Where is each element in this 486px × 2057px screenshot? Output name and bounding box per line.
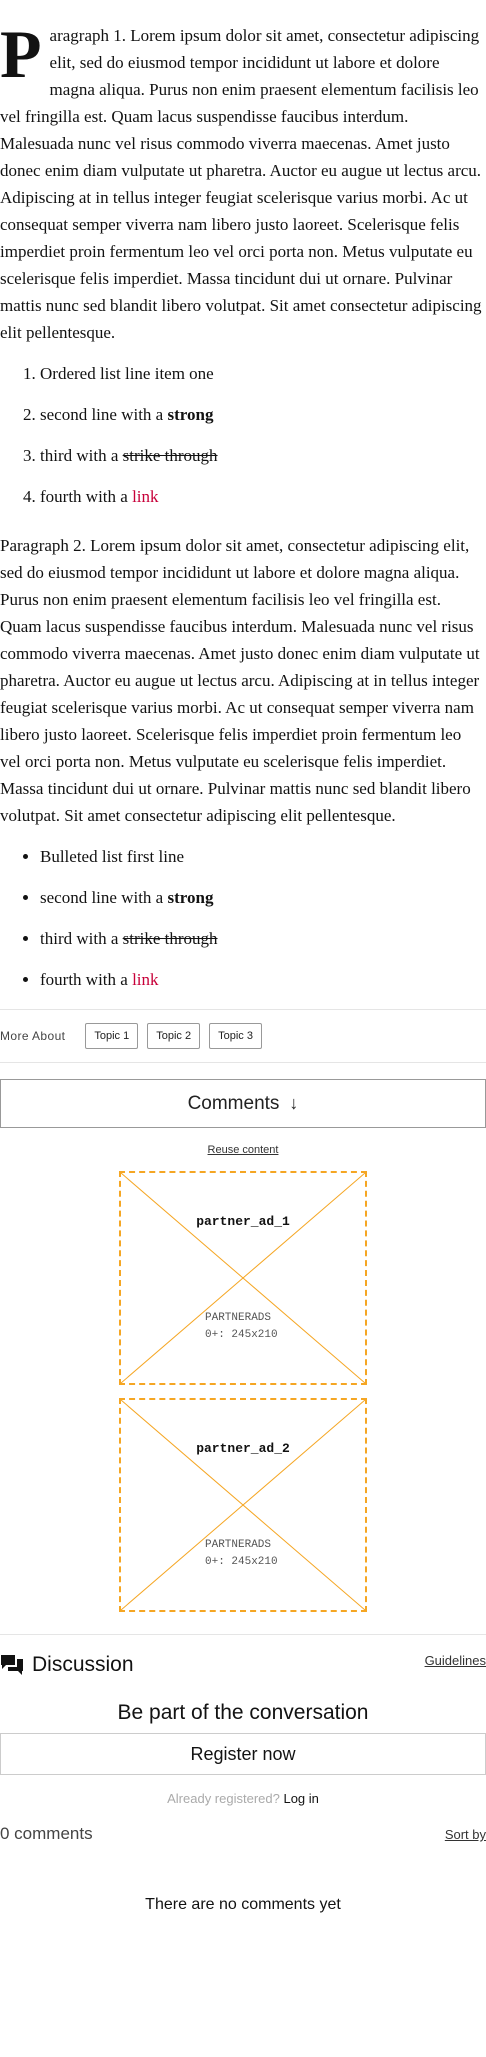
already-registered-text: Already registered? [167,1791,280,1806]
ad-name: partner_ad_2 [196,1441,290,1456]
ad-network: PARTNERADS [205,1539,272,1551]
guidelines-link[interactable]: Guidelines [425,1653,486,1668]
already-registered: Already registered? Log in [0,1791,486,1806]
partner-ad-1[interactable]: partner_ad_1 PARTNERADS 0+: 245x210 [119,1171,367,1385]
discussion-title-group: Discussion [0,1653,134,1677]
topic-button-1[interactable]: Topic 1 [85,1023,139,1049]
list-item: third with a strike through [40,925,486,952]
empty-comments-message: There are no comments yet [145,1896,341,1913]
strong-text: strong [167,405,214,424]
arrow-down-icon: ↓ [289,1093,299,1113]
list-item-text: second line with a [40,888,168,907]
comments-button-label: Comments [187,1092,280,1114]
list-item: fourth with a link [40,483,486,510]
ordered-list: Ordered list line item one second line w… [0,360,486,510]
list-item: Ordered list line item one [40,360,486,387]
ad-size: 0+: 245x210 [205,1556,278,1568]
topic-button-3[interactable]: Topic 3 [209,1023,262,1049]
comments-count: 0 comments [0,1824,93,1843]
strike-text: strike through [122,446,218,465]
article-page: Paragraph 1. Lorem ipsum dolor sit amet,… [0,16,486,1914]
ad-meta: PARTNERADS 0+: 245x210 [205,1537,278,1571]
list-item-text: Bulleted list first line [40,847,185,866]
register-button[interactable]: Register now [0,1733,486,1775]
ad-placeholder-cross [121,1173,365,1383]
more-about-label: More About [0,1029,66,1043]
ad-meta: PARTNERADS 0+: 245x210 [205,1310,278,1344]
discussion-title: Discussion [32,1653,134,1676]
list-item-text: third with a [40,929,123,948]
ad-size: 0+: 245x210 [205,1329,278,1341]
list-item-text: fourth with a [40,970,133,989]
ad-name: partner_ad_1 [196,1214,290,1229]
strong-text: strong [167,888,214,907]
discussion-icon [1,1655,23,1675]
login-link[interactable]: Log in [283,1791,318,1806]
discussion-header: Discussion Guidelines [0,1634,486,1677]
list-item-text: fourth with a [40,487,133,506]
sort-by-link[interactable]: Sort by [445,1827,486,1842]
paragraph-2: Paragraph 2. Lorem ipsum dolor sit amet,… [0,536,480,825]
list-item-text: second line with a [40,405,168,424]
reuse-content-link[interactable]: Reuse content [0,1144,486,1156]
strike-text: strike through [122,929,218,948]
ad-network: PARTNERADS [205,1312,272,1324]
list-item: fourth with a link [40,966,486,993]
list-item: Bulleted list first line [40,843,486,870]
comments-button[interactable]: Comments ↓ [0,1079,486,1128]
ad-placeholder-cross [121,1400,365,1610]
list-link[interactable]: link [132,970,158,989]
more-about-bar: More About Topic 1 Topic 2 Topic 3 [0,1009,486,1063]
discussion-prompt: Be part of the conversation [117,1701,369,1724]
list-item-text: third with a [40,446,123,465]
drop-cap: P [0,16,42,92]
list-link[interactable]: link [132,487,158,506]
bulleted-list: Bulleted list first line second line wit… [0,843,486,993]
topic-button-2[interactable]: Topic 2 [147,1023,201,1049]
list-item: second line with a strong [40,884,486,911]
partner-ad-2[interactable]: partner_ad_2 PARTNERADS 0+: 245x210 [119,1398,367,1612]
paragraph-1-text: aragraph 1. Lorem ipsum dolor sit amet, … [0,26,482,342]
list-item: third with a strike through [40,442,486,469]
list-item-text: Ordered list line item one [40,364,214,383]
paragraph-1: Paragraph 1. Lorem ipsum dolor sit amet,… [0,16,486,346]
comments-count-row: 0 comments Sort by [0,1824,486,1844]
list-item: second line with a strong [40,401,486,428]
